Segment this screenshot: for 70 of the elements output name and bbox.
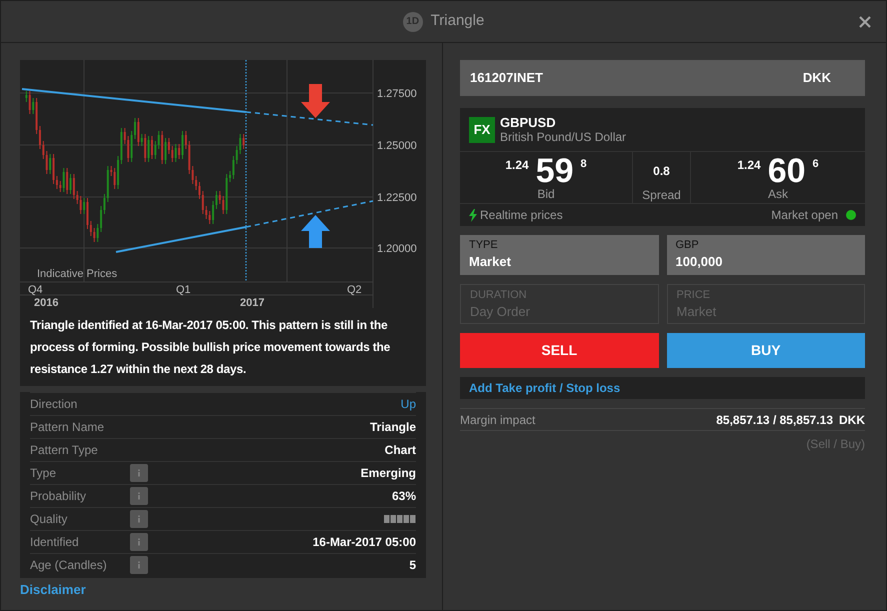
detail-value: Up [400,396,416,413]
close-button[interactable] [858,15,872,29]
account-currency: DKK [802,69,831,88]
y-axis-label: 1.22500 [377,191,417,206]
up-arrow-icon [301,215,330,248]
ask-price[interactable]: 1.24 60 6 Ask [691,152,865,203]
margin-currency: DKK [839,412,865,428]
price-pips: 60 [768,155,806,187]
quality-bars-icon [384,515,416,523]
chart-note: Indicative Prices [37,267,118,282]
detail-label: Type [30,465,58,482]
detail-label: Probability [30,488,88,505]
market-status: Market open [771,207,838,224]
margin-value: 85,857.13 / 85,857.13 [716,412,833,428]
spread-label: Spread [642,187,681,204]
take-profit-link[interactable]: Add Take profit / Stop loss [469,379,620,397]
detail-label: Quality [30,511,68,528]
info-icon[interactable] [130,510,148,528]
price-prefix: 1.24 [737,157,761,174]
y-axis-label: 1.27500 [377,87,417,102]
price-fraction: 6 [812,157,819,172]
field-label: GBP [676,238,700,253]
detail-label: Direction [30,396,78,413]
year-label: 2016 [34,296,58,311]
lightning-icon [469,208,477,222]
order-field[interactable]: GBP 100,000 [666,235,865,275]
detail-label: Pattern Type [30,442,99,459]
spread-value: 0.8 [653,163,670,180]
detail-value: 63% [392,488,416,505]
realtime-label: Realtime prices [480,207,563,224]
bid-price[interactable]: 1.24 59 8 Bid [460,152,633,203]
info-icon[interactable] [130,487,148,505]
account-id: 161207INET [470,69,543,88]
detail-value: Emerging [360,465,416,482]
detail-value: Triangle [370,419,416,436]
sell-button[interactable]: SELL [460,333,658,368]
detail-value: 5 [409,557,416,574]
info-icon[interactable] [130,533,148,551]
detail-label: Age (Candles) [30,557,108,574]
price-prefix: 1.24 [505,157,529,174]
info-icon[interactable] [130,556,148,574]
buy-button[interactable]: BUY [666,333,865,368]
info-icon[interactable] [130,464,148,482]
disclaimer-link[interactable]: Disclaimer [20,580,425,600]
year-label: 2017 [240,296,264,311]
field-label: TYPE [469,238,499,253]
order-field[interactable]: TYPE Market [460,235,658,275]
field-value: Market [469,253,512,270]
window-title: Triangle [430,11,484,32]
quarter-label: Q2 [347,283,362,298]
y-axis-label: 1.20000 [377,242,417,257]
detail-value: Chart [384,442,416,459]
pattern-description: Triangle identified at 16-Mar-2017 05:00. This pattern is still in the process of forming. Possible bullish price movement towards the resistance 1.27 within the next 28 days. [30,317,392,378]
detail-value: 16-Mar-2017 05:00 [312,534,416,551]
field-value: 100,000 [676,253,724,270]
down-arrow-icon [301,84,330,118]
y-axis-label: 1.25000 [377,139,417,154]
quarter-label: Q1 [176,283,191,298]
detail-label: Identified [30,534,80,551]
price-fraction: 8 [580,157,587,172]
price-label: Ask [768,187,788,201]
price-label: Bid [537,187,555,201]
instrument-symbol: GBPUSD [500,115,557,130]
close-icon [858,15,872,29]
quarter-label: Q4 [28,283,43,298]
price-pips: 59 [536,155,574,187]
instrument-name: British Pound/US Dollar [500,130,626,144]
detail-label: Pattern Name [30,419,106,436]
margin-label: Margin impact [460,412,536,428]
asset-class-badge: FX [469,116,495,142]
